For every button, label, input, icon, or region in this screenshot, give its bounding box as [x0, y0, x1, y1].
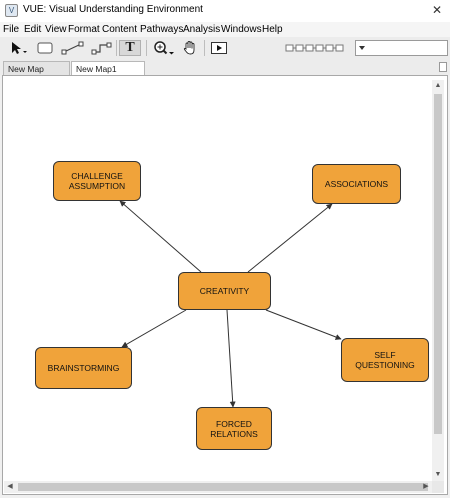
node-brainstorming[interactable]: BRAINSTORMING	[35, 347, 132, 389]
scroll-corner	[432, 481, 444, 493]
scroll-thumb[interactable]	[18, 483, 428, 491]
node-associations[interactable]: ASSOCIATIONS	[312, 164, 401, 204]
node-label: BRAINSTORMING	[47, 363, 120, 373]
link-to-associations[interactable]	[247, 203, 333, 273]
scroll-right-icon[interactable]: ▶	[420, 481, 432, 493]
link-to-brainstorming[interactable]	[121, 309, 187, 348]
node-creativity[interactable]: CREATIVITY	[178, 272, 271, 310]
node-label: ASSOCIATIONS	[324, 179, 389, 189]
scroll-up-icon[interactable]: ▲	[432, 80, 444, 92]
node-label: CREATIVITY	[199, 286, 250, 296]
link-to-forced-relations[interactable]	[226, 309, 236, 408]
horizontal-scrollbar[interactable]: ◀ ▶	[4, 481, 432, 493]
node-label: QUESTIONING	[355, 360, 415, 370]
vertical-scrollbar[interactable]: ▲ ▼	[432, 80, 444, 481]
node-label: FORCED	[216, 418, 252, 429]
node-forced-relations[interactable]: FORCED RELATIONS	[196, 407, 272, 450]
link-to-challenge-assumption[interactable]	[119, 200, 202, 273]
scroll-left-icon[interactable]: ◀	[4, 481, 16, 493]
node-label: ASSUMPTION	[68, 181, 126, 191]
node-challenge-assumption[interactable]: CHALLENGE ASSUMPTION	[53, 161, 141, 201]
node-label: CHALLENGE	[71, 171, 123, 181]
scroll-thumb[interactable]	[434, 94, 442, 434]
node-label: SELF	[374, 350, 396, 360]
scroll-down-icon[interactable]: ▼	[432, 469, 444, 481]
link-to-self-questioning[interactable]	[265, 309, 342, 340]
node-self-questioning[interactable]: SELF QUESTIONING	[341, 338, 429, 382]
node-label: RELATIONS	[210, 428, 258, 439]
